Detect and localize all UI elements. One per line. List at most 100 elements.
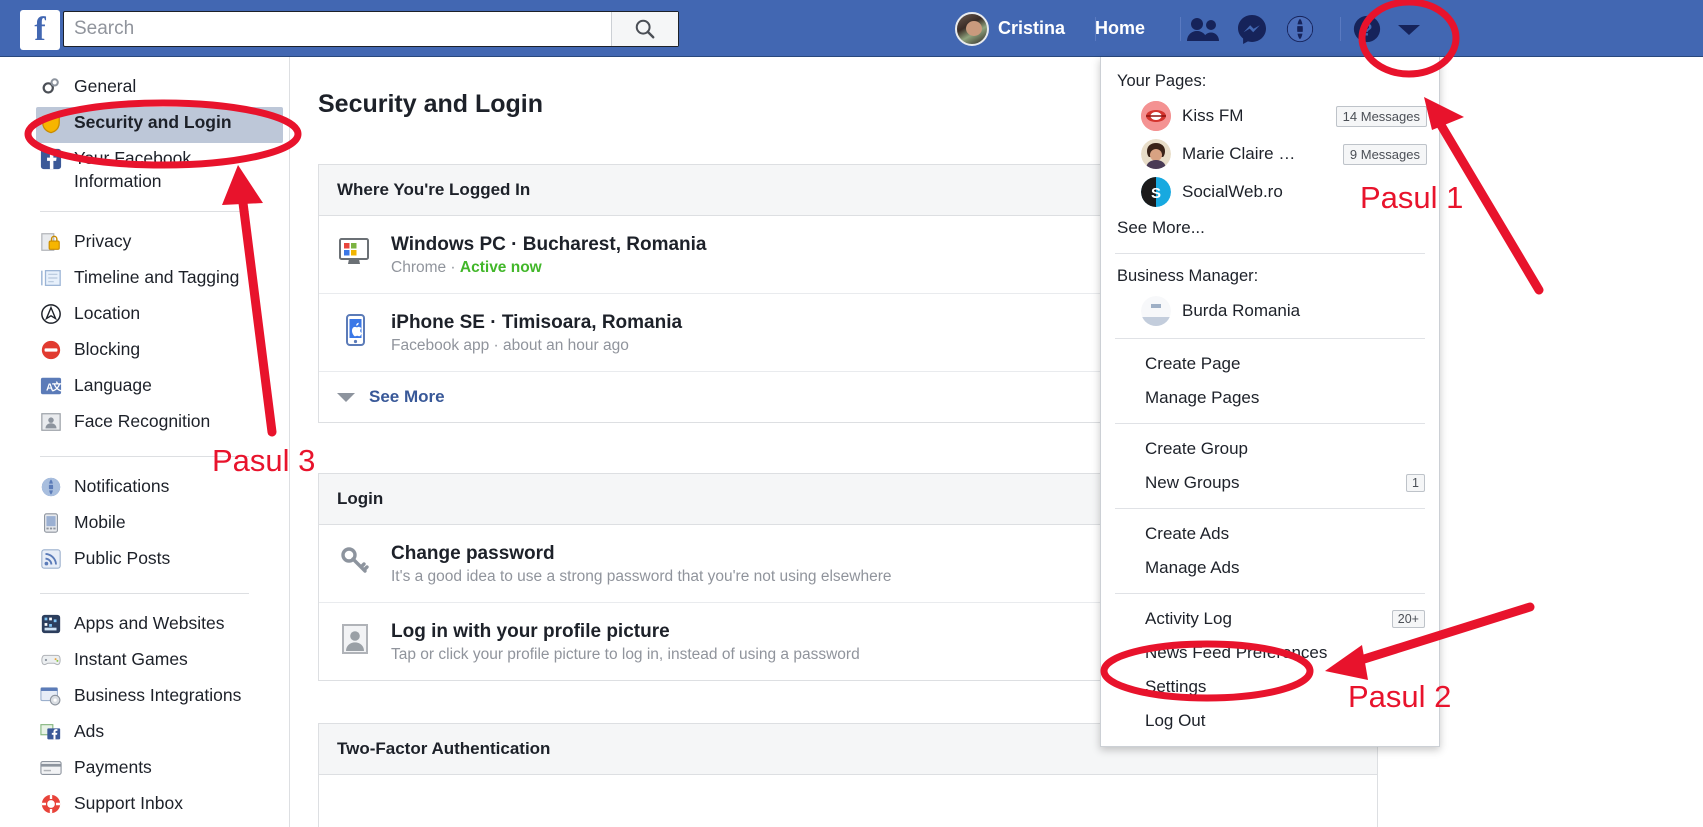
windows-icon [337,234,373,270]
kiss-fm-page-avatar [1141,101,1171,131]
menu-item-new-groups[interactable]: New Groups 1 [1101,466,1439,500]
friend-requests-icon[interactable] [1185,0,1223,57]
sidebar-item-label: General [74,76,137,96]
sidebar-item-payments[interactable]: Payments [36,752,283,788]
notifications-icon [40,476,62,498]
sidebar-divider [40,211,249,212]
avatar[interactable] [955,11,989,46]
sidebar-item-language[interactable]: A文 Language [36,370,283,406]
menu-item-label: Create Page [1145,354,1241,373]
sidebar-item-business-integrations[interactable]: Business Integrations [36,680,283,716]
sidebar-item-label: Language [74,375,152,395]
marie-claire-page-avatar [1141,139,1171,169]
sidebar-item-mobile[interactable]: Mobile [36,507,283,543]
sidebar-item-general[interactable]: General [36,71,283,107]
business-manager-label: Business Manager: [1117,267,1259,285]
gamepad-icon [40,649,62,671]
menu-item-label: Manage Pages [1145,388,1260,407]
search-button[interactable] [611,12,678,46]
menu-item-create-page[interactable]: Create Page [1101,347,1439,381]
search-input[interactable] [64,12,611,46]
menu-item-create-ads[interactable]: Create Ads [1101,517,1439,551]
login-option-subtitle: It's a good idea to use a strong passwor… [391,568,892,585]
sidebar-item-location[interactable]: Location [36,298,283,334]
dropdown-divider [1115,338,1425,339]
session-status: Active now [459,259,542,276]
notifications-globe-icon[interactable] [1281,0,1319,57]
sidebar-item-label: Your Facebook Information [74,148,192,191]
sidebar-item-notifications[interactable]: Notifications [36,471,283,507]
shield-icon [40,112,62,134]
sidebar-item-security-and-login[interactable]: Security and Login [36,107,283,143]
dropdown-page-item[interactable]: Kiss FM 14 Messages [1101,97,1439,135]
sidebar-item-label: Support Inbox [74,793,183,813]
ads-icon [40,721,62,743]
sidebar-item-privacy[interactable]: Privacy [36,226,283,262]
dropdown-group-pages: Create Page Manage Pages [1101,347,1439,415]
business-name: Burda Romania [1182,301,1301,320]
page-message-badge: 9 Messages [1342,143,1427,165]
dropdown-group-account: Activity Log 20+ News Feed Preferences S… [1101,602,1439,738]
home-link[interactable]: Home [1095,0,1145,57]
menu-item-count-badge: 20+ [1391,610,1425,628]
settings-sidebar: General Security and Login Your Facebook… [0,57,290,827]
menu-item-create-group[interactable]: Create Group [1101,432,1439,466]
profile-name: Cristina [998,18,1066,38]
dropdown-page-item[interactable]: S SocialWeb.ro [1101,173,1439,211]
sidebar-item-label: Blocking [74,339,141,359]
login-option-title: Change password [391,543,555,564]
business-gear-icon [40,685,62,707]
sidebar-item-label: Notifications [74,476,170,496]
see-more-label: See More [369,387,445,406]
menu-item-settings[interactable]: Settings [1101,670,1439,704]
menu-item-label: Activity Log [1145,609,1232,628]
sidebar-item-label: Security and Login [74,112,232,132]
dropdown-page-item[interactable]: Marie Claire … 9 Messages [1101,135,1439,173]
see-more-pages-button[interactable]: See More... [1101,211,1439,245]
search-icon [635,19,655,39]
your-pages-label: Your Pages: [1117,72,1207,90]
dropdown-business-item[interactable]: Burda Romania [1101,292,1439,330]
menu-item-label: Create Ads [1145,524,1230,543]
sidebar-item-label: Payments [74,757,152,777]
search-bar[interactable] [63,11,679,47]
timeline-icon [40,267,62,289]
sidebar-group-privacy: Privacy Timeline and Tagging Location Bl… [0,226,289,442]
sidebar-item-face-recognition[interactable]: Face Recognition [36,406,283,442]
sidebar-item-timeline-and-tagging[interactable]: Timeline and Tagging [36,262,283,298]
login-option-subtitle: Tap or click your profile picture to log… [391,646,860,663]
mobile-icon [40,512,62,534]
svg-text:S: S [1151,185,1161,202]
menu-item-label: Log Out [1145,711,1206,730]
sidebar-item-label: Apps and Websites [74,613,225,633]
dropdown-group-ads: Create Ads Manage Ads [1101,517,1439,585]
sidebar-item-instant-games[interactable]: Instant Games [36,644,283,680]
menu-item-manage-pages[interactable]: Manage Pages [1101,381,1439,415]
sidebar-item-blocking[interactable]: Blocking [36,334,283,370]
sidebar-item-apps-and-websites[interactable]: Apps and Websites [36,608,283,644]
sidebar-item-public-posts[interactable]: Public Posts [36,543,283,579]
dropdown-divider [1115,593,1425,594]
menu-item-activity-log[interactable]: Activity Log 20+ [1101,602,1439,636]
facebook-logo-icon[interactable]: f [20,10,60,50]
dropdown-divider [1115,423,1425,424]
dropdown-divider [1115,508,1425,509]
menu-item-manage-ads[interactable]: Manage Ads [1101,551,1439,585]
messenger-icon[interactable] [1233,0,1271,57]
menu-item-news-feed-preferences[interactable]: News Feed Preferences [1101,636,1439,670]
sidebar-item-your-facebook-information[interactable]: Your Facebook Information [36,143,283,197]
sidebar-item-ads[interactable]: Ads [36,716,283,752]
sidebar-item-support-inbox[interactable]: Support Inbox [36,788,283,824]
help-icon[interactable]: ? [1348,0,1386,57]
sidebar-divider [40,593,249,594]
iphone-icon [337,312,373,348]
block-icon [40,339,62,361]
menu-item-log-out[interactable]: Log Out [1101,704,1439,738]
top-navigation-bar: f Cristina Home ? [0,0,1703,57]
lock-icon [40,231,62,253]
account-dropdown-caret-icon[interactable] [1390,0,1428,57]
profile-picture-icon [337,621,373,657]
menu-item-label: Settings [1145,677,1207,696]
sidebar-item-label: Location [74,303,141,323]
profile-link[interactable]: Cristina [955,0,1065,57]
